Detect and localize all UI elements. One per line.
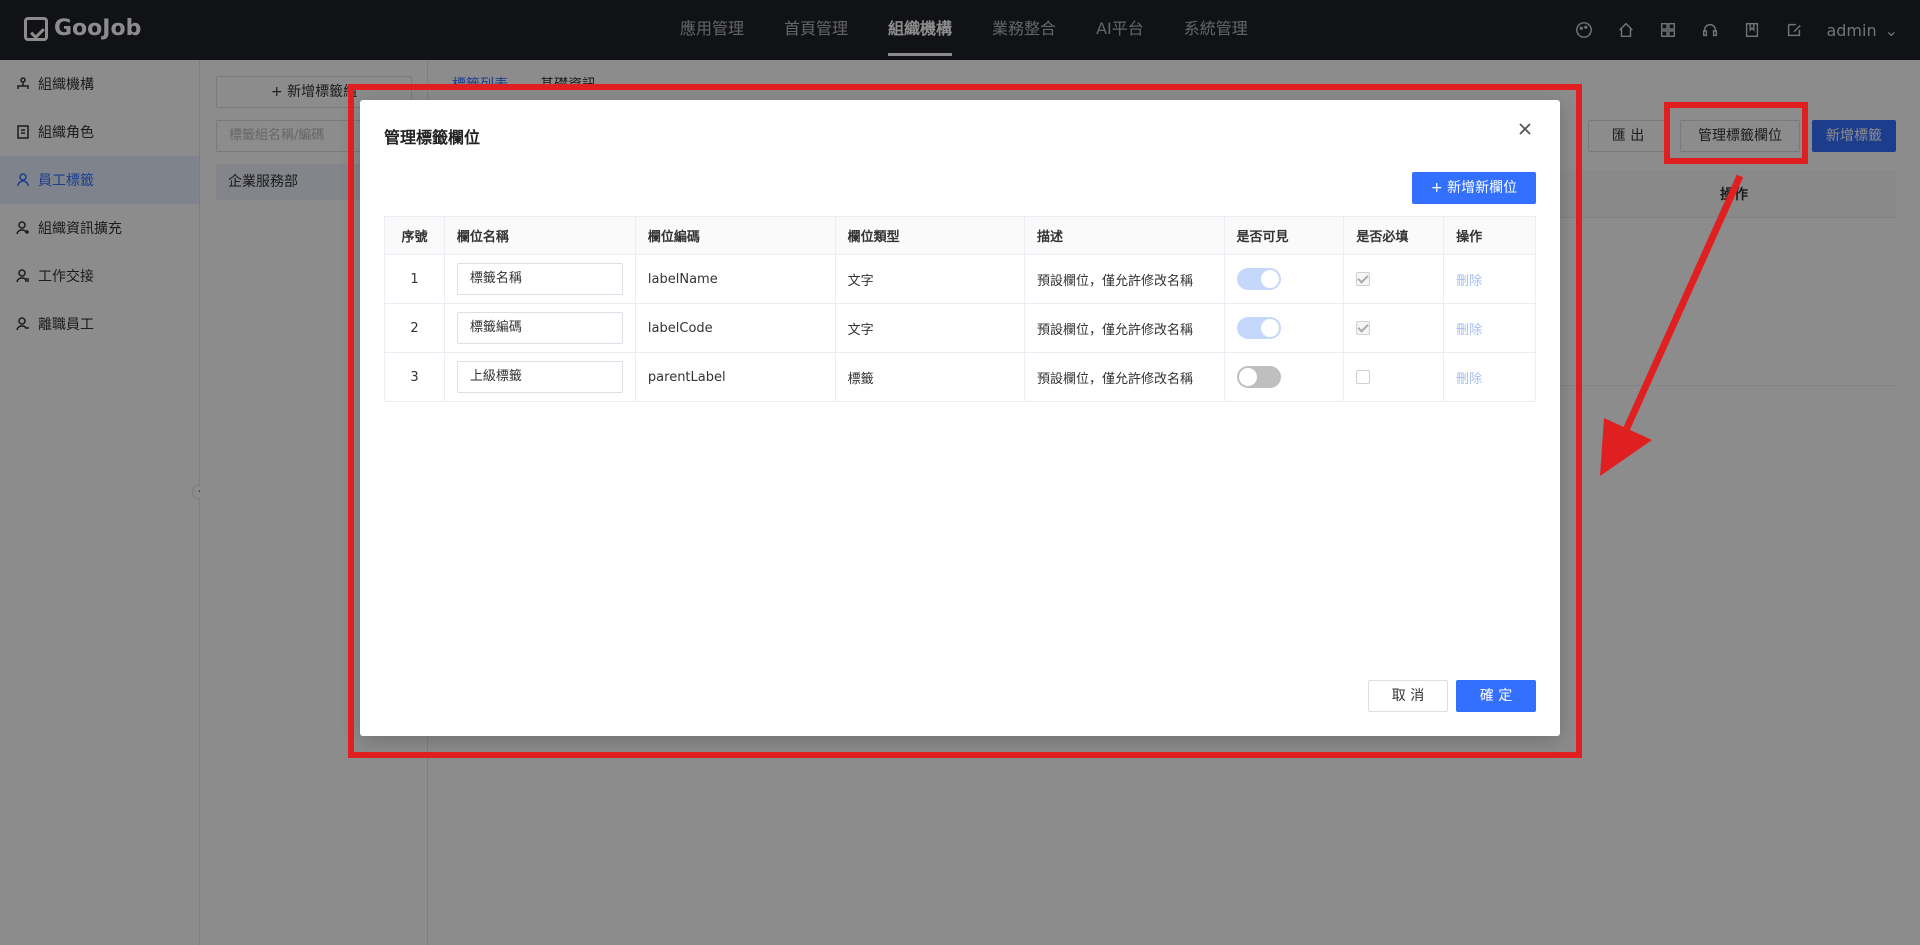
annotation-highlight-manage-button [1664,102,1808,164]
annotation-highlight-dialog [348,84,1582,758]
